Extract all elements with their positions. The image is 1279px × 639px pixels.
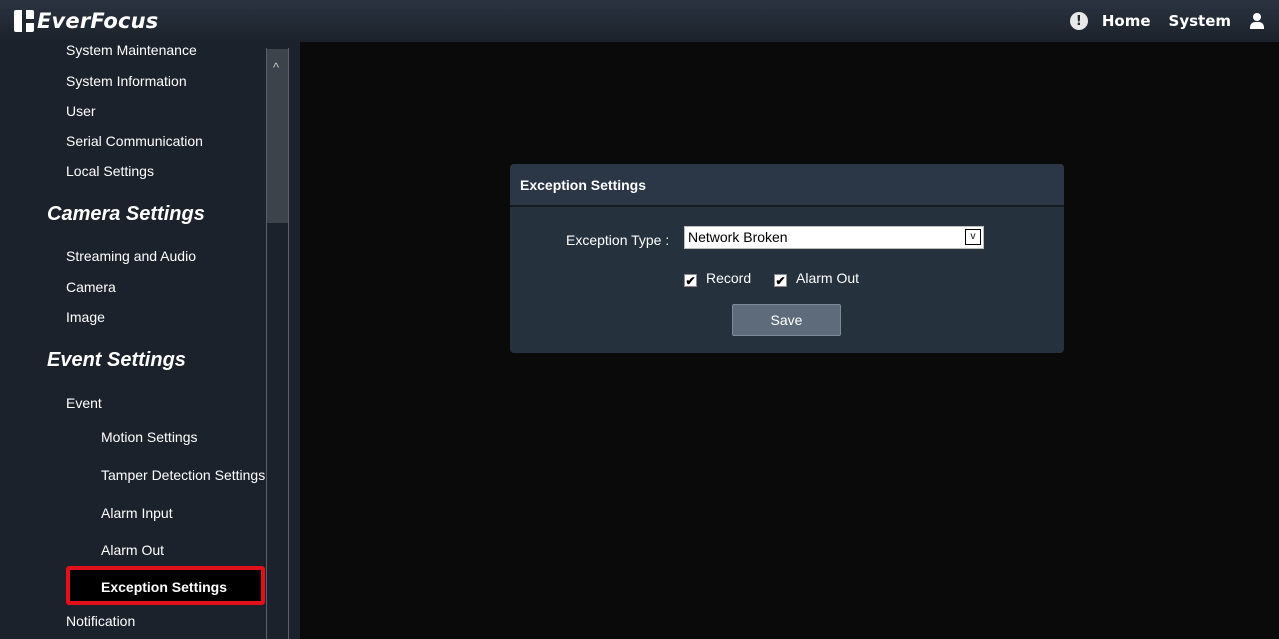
alarm-out-label: Alarm Out xyxy=(796,270,860,286)
panel-title: Exception Settings xyxy=(510,164,1064,207)
top-nav: ! Home System xyxy=(1069,0,1265,42)
exception-type-label: Exception Type : xyxy=(566,232,670,248)
sidebar-item-user[interactable]: User xyxy=(66,103,96,119)
sidebar-item-camera[interactable]: Camera xyxy=(66,279,116,295)
main-content: Exception Settings Exception Type : Netw… xyxy=(300,42,1279,639)
brand-name: EverFocus xyxy=(37,9,159,33)
sidebar-item-streaming-audio[interactable]: Streaming and Audio xyxy=(66,248,196,264)
scroll-up-icon[interactable]: ^ xyxy=(270,61,282,74)
alert-icon[interactable]: ! xyxy=(1069,12,1088,30)
sidebar-item-system-information[interactable]: System Information xyxy=(66,73,187,89)
sidebar-item-exception-settings[interactable]: Exception Settings xyxy=(101,579,227,595)
exception-type-select[interactable]: Network Broken v xyxy=(684,226,984,249)
logo-mark-icon xyxy=(14,10,34,32)
sidebar-item-system-maintenance[interactable]: System Maintenance xyxy=(66,42,197,58)
save-button[interactable]: Save xyxy=(732,304,841,336)
sidebar-item-event[interactable]: Event xyxy=(66,395,102,411)
section-camera-settings[interactable]: Camera Settings xyxy=(47,203,205,226)
sidebar-item-alarm-out[interactable]: Alarm Out xyxy=(101,542,164,558)
sidebar-item-local-settings[interactable]: Local Settings xyxy=(66,163,154,179)
exception-settings-panel: Exception Settings Exception Type : Netw… xyxy=(510,164,1064,353)
sidebar-scrollbar[interactable]: ^ xyxy=(266,48,289,639)
scrollbar-thumb[interactable] xyxy=(267,49,288,223)
user-icon[interactable] xyxy=(1249,12,1265,30)
chevron-down-icon[interactable]: v xyxy=(965,229,981,245)
app-window: EverFocus ! Home System System Maintenan… xyxy=(0,0,1279,639)
nav-system-link[interactable]: System xyxy=(1169,12,1231,30)
sidebar-item-image[interactable]: Image xyxy=(66,309,105,325)
record-checkbox[interactable]: ✔ xyxy=(684,274,697,287)
nav-home-link[interactable]: Home xyxy=(1102,12,1151,30)
exception-type-value: Network Broken xyxy=(688,229,788,245)
sidebar-item-alarm-input[interactable]: Alarm Input xyxy=(101,505,173,521)
record-label: Record xyxy=(706,270,752,286)
sidebar-item-motion-settings[interactable]: Motion Settings xyxy=(101,429,198,445)
sidebar-item-serial-communication[interactable]: Serial Communication xyxy=(66,133,203,149)
sidebar-item-notification[interactable]: Notification xyxy=(66,613,135,629)
section-event-settings[interactable]: Event Settings xyxy=(47,349,186,372)
alarm-out-checkbox[interactable]: ✔ xyxy=(774,274,787,287)
brand-logo[interactable]: EverFocus xyxy=(14,8,158,34)
top-bar: EverFocus ! Home System xyxy=(0,0,1279,42)
sidebar: System Maintenance System Information Us… xyxy=(0,42,300,639)
sidebar-item-tamper-detection[interactable]: Tamper Detection Settings xyxy=(101,467,265,483)
